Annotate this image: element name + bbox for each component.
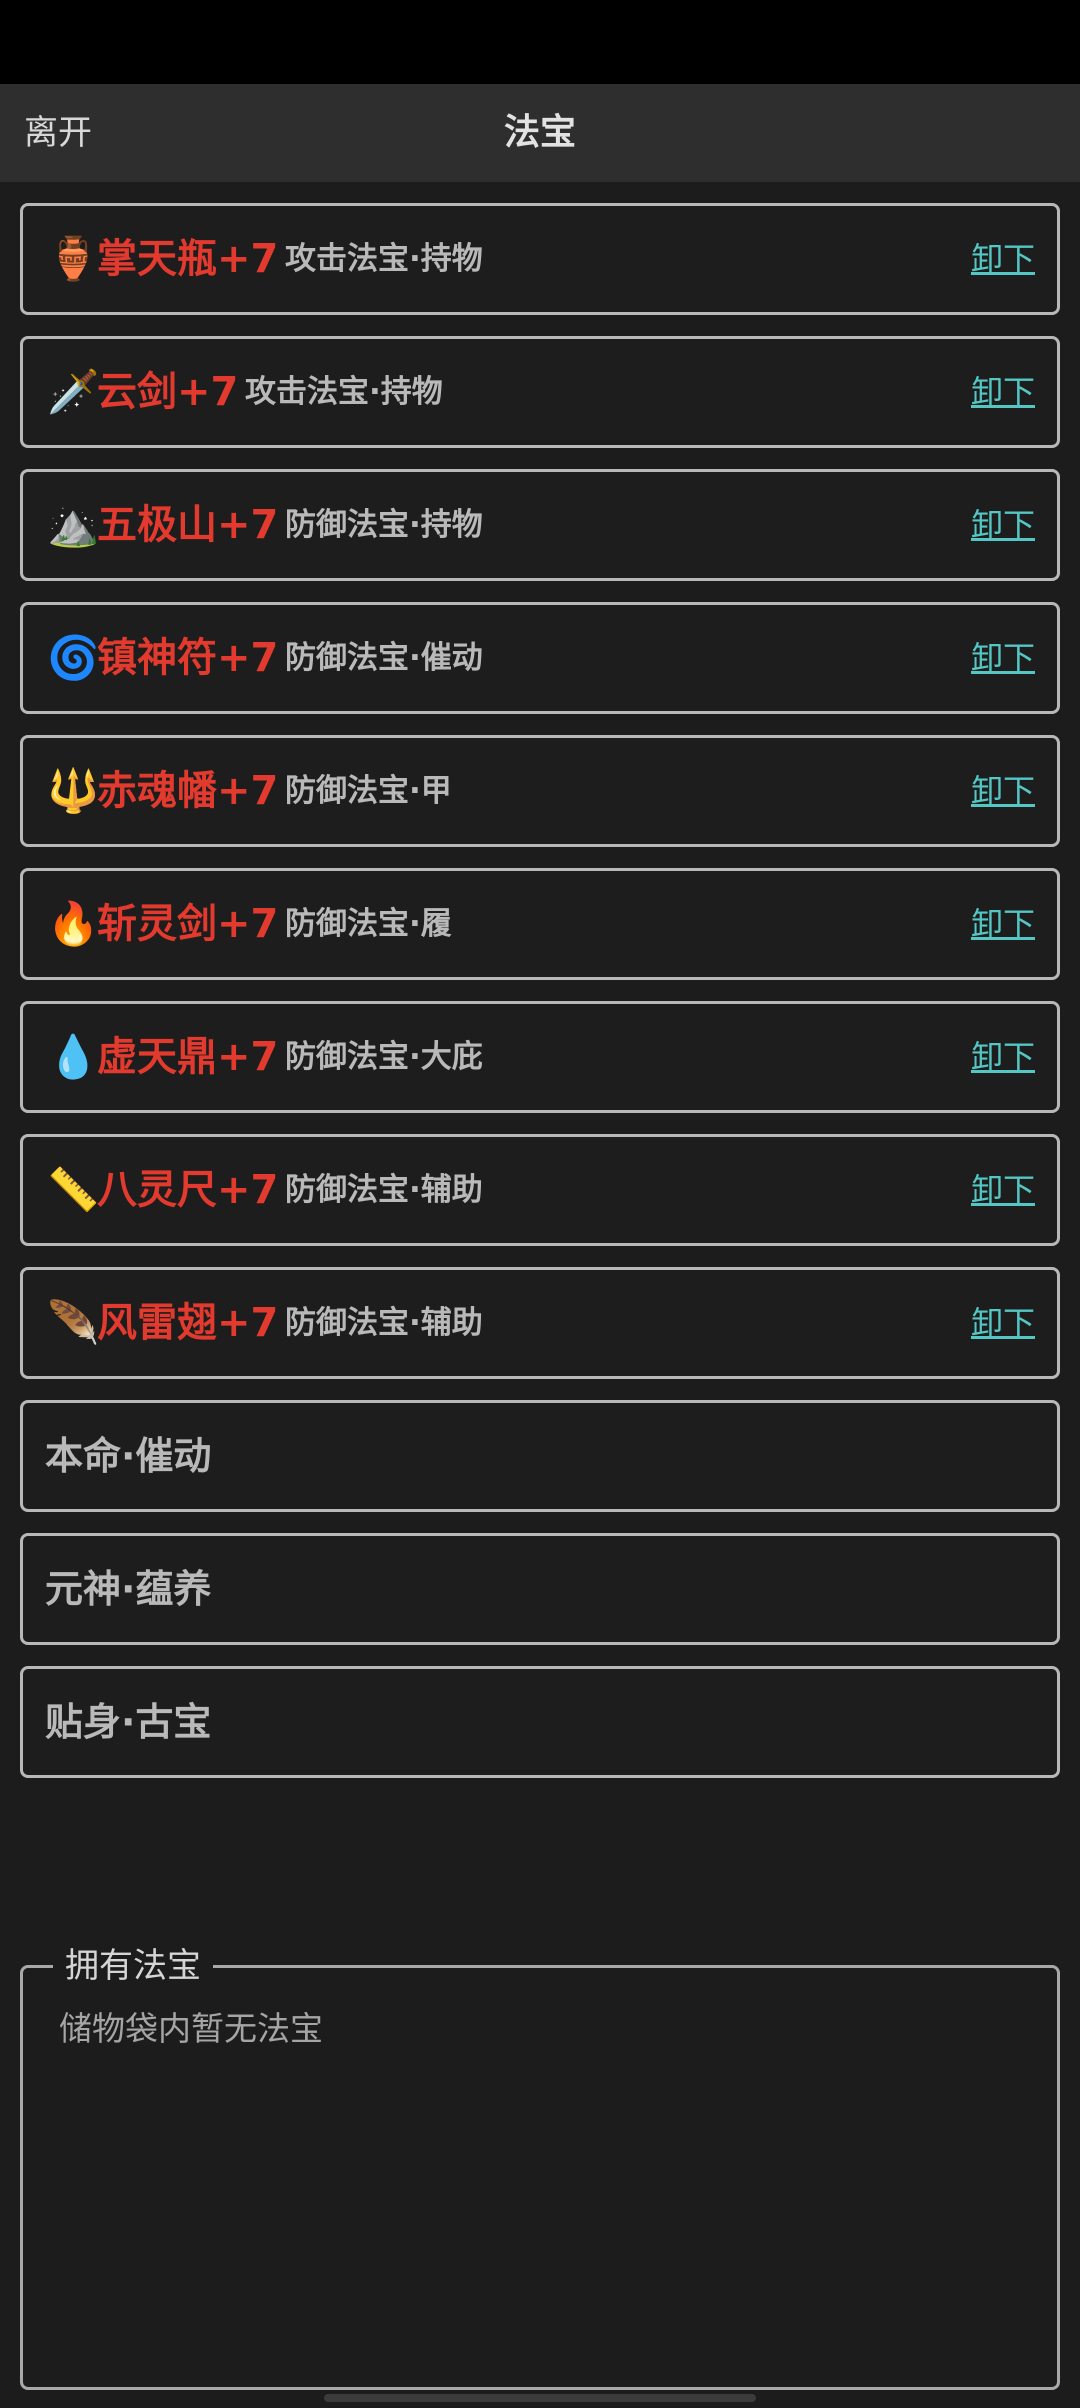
item-name: 镇神符+7	[97, 635, 279, 681]
equipped-slot: 🗡️ 云剑+7 攻击法宝·持物 卸下	[20, 336, 1060, 448]
item-name: 八灵尺+7	[97, 1167, 279, 1213]
item-name: 风雷翅+7	[97, 1300, 279, 1346]
slot-label: 贴身·古宝	[45, 1700, 212, 1744]
item-type: 防御法宝·大庇	[285, 1039, 483, 1075]
trident-icon: 🔱	[47, 766, 100, 815]
ruler-icon: 📏	[47, 1165, 100, 1214]
fire-icon: 🔥	[47, 899, 100, 948]
droplet-icon: 💧	[47, 1032, 100, 1081]
unequip-button[interactable]: 卸下	[971, 472, 1035, 578]
equipped-slot: 📏 八灵尺+7 防御法宝·辅助 卸下	[20, 1134, 1060, 1246]
item-name: 赤魂幡+7	[97, 768, 279, 814]
slot-label: 元神·蕴养	[45, 1567, 212, 1611]
item-name: 云剑+7	[97, 369, 239, 415]
item-name: 斩灵剑+7	[97, 901, 279, 947]
mountain-icon: ⛰️	[47, 500, 100, 549]
feather-icon: 🪶	[47, 1298, 100, 1347]
owned-treasures-panel: 拥有法宝 储物袋内暂无法宝	[20, 1942, 1060, 2390]
leave-button[interactable]: 离开	[24, 84, 92, 182]
item-name: 掌天瓶+7	[97, 236, 279, 282]
unequip-button[interactable]: 卸下	[971, 339, 1035, 445]
home-indicator[interactable]	[324, 2394, 756, 2402]
unequip-button[interactable]: 卸下	[971, 1270, 1035, 1376]
cyclone-icon: 🌀	[47, 633, 100, 682]
item-type: 防御法宝·辅助	[285, 1305, 483, 1341]
equipment-slots: 🏺 掌天瓶+7 攻击法宝·持物 卸下 🗡️ 云剑+7 攻击法宝·持物 卸下 ⛰️…	[20, 203, 1060, 1799]
item-type: 攻击法宝·持物	[245, 374, 443, 410]
item-type: 防御法宝·催动	[285, 640, 483, 676]
empty-slot[interactable]: 本命·催动	[20, 1400, 1060, 1512]
item-type: 防御法宝·履	[285, 906, 452, 942]
equipped-slot: 🏺 掌天瓶+7 攻击法宝·持物 卸下	[20, 203, 1060, 315]
equipped-slot: 🪶 风雷翅+7 防御法宝·辅助 卸下	[20, 1267, 1060, 1379]
equipped-slot: 💧 虚天鼎+7 防御法宝·大庇 卸下	[20, 1001, 1060, 1113]
item-type: 防御法宝·辅助	[285, 1172, 483, 1208]
unequip-button[interactable]: 卸下	[971, 1137, 1035, 1243]
dagger-icon: 🗡️	[47, 367, 100, 416]
unequip-button[interactable]: 卸下	[971, 605, 1035, 711]
page-title: 法宝	[503, 112, 576, 153]
item-type: 防御法宝·甲	[285, 773, 452, 809]
item-name: 虚天鼎+7	[97, 1034, 279, 1080]
owned-treasures-title: 拥有法宝	[53, 1942, 213, 1990]
unequip-button[interactable]: 卸下	[971, 871, 1035, 977]
owned-empty-message: 储物袋内暂无法宝	[59, 2009, 323, 2048]
equipped-slot: 🌀 镇神符+7 防御法宝·催动 卸下	[20, 602, 1060, 714]
unequip-button[interactable]: 卸下	[971, 1004, 1035, 1110]
equipped-slot: ⛰️ 五极山+7 防御法宝·持物 卸下	[20, 469, 1060, 581]
item-name: 五极山+7	[97, 502, 279, 548]
item-type: 防御法宝·持物	[285, 507, 483, 543]
item-type: 攻击法宝·持物	[285, 241, 483, 277]
slot-label: 本命·催动	[45, 1434, 212, 1478]
empty-slot[interactable]: 贴身·古宝	[20, 1666, 1060, 1778]
equipped-slot: 🔱 赤魂幡+7 防御法宝·甲 卸下	[20, 735, 1060, 847]
amphora-icon: 🏺	[47, 234, 100, 283]
unequip-button[interactable]: 卸下	[971, 206, 1035, 312]
unequip-button[interactable]: 卸下	[971, 738, 1035, 844]
empty-slot[interactable]: 元神·蕴养	[20, 1533, 1060, 1645]
equipped-slot: 🔥 斩灵剑+7 防御法宝·履 卸下	[20, 868, 1060, 980]
status-bar	[0, 0, 1080, 84]
header: 法宝 离开	[0, 84, 1080, 182]
